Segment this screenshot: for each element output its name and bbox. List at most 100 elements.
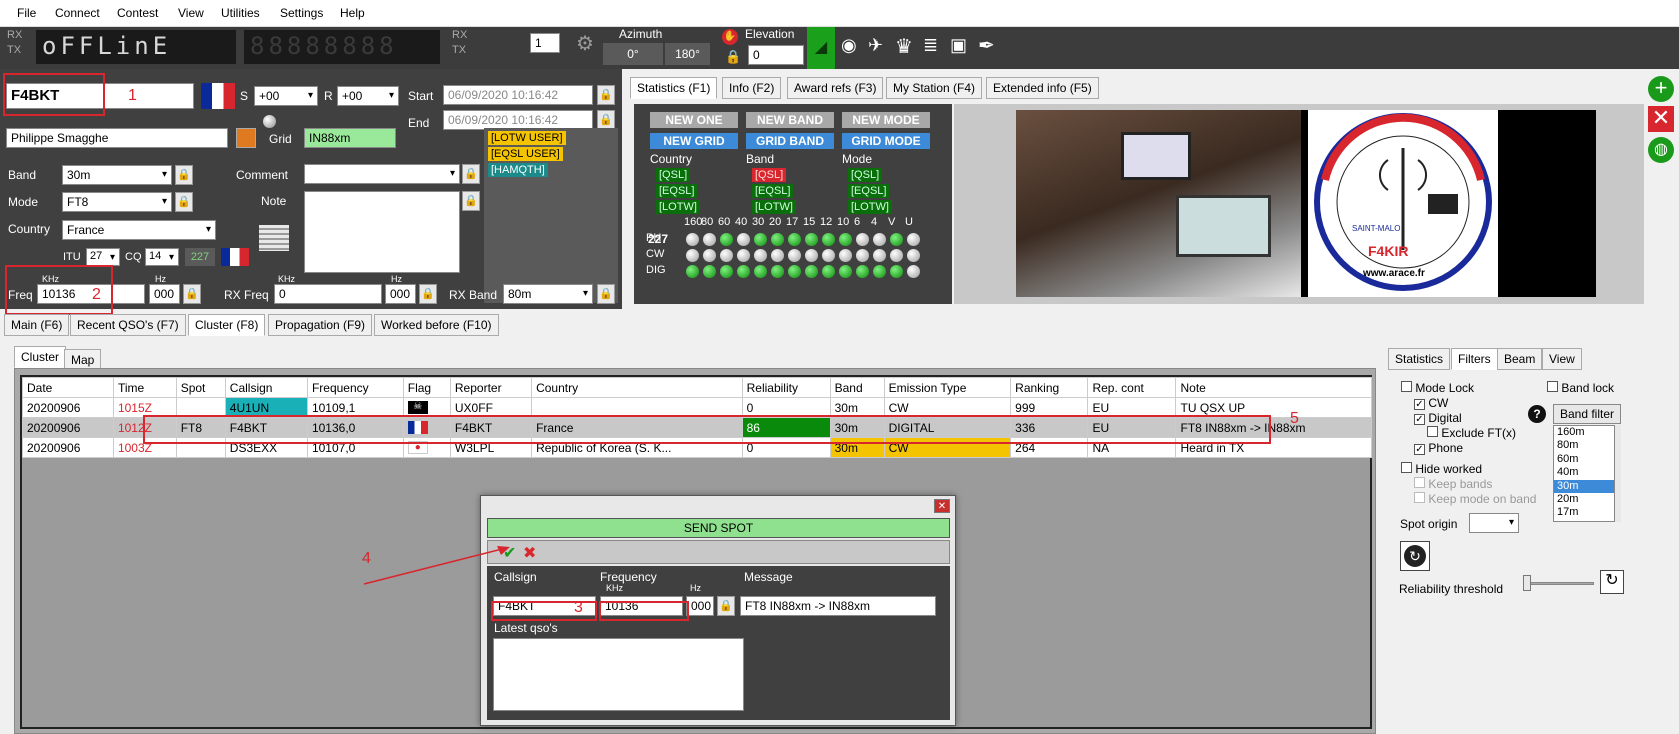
dialog-hz-field[interactable]: 000: [686, 596, 714, 616]
menu-settings[interactable]: Settings: [280, 6, 323, 20]
menu-help[interactable]: Help: [340, 6, 365, 20]
latest-qsos-list[interactable]: [493, 638, 744, 711]
end-lock-icon[interactable]: 🔒: [597, 110, 615, 130]
band-option[interactable]: 17m: [1554, 506, 1614, 519]
keep-bands-row[interactable]: Keep bands: [1414, 477, 1492, 491]
end-time-field[interactable]: 06/09/2020 10:16:42: [443, 110, 593, 130]
column-header[interactable]: Flag: [402, 377, 451, 398]
tab-right-filters[interactable]: Filters: [1451, 348, 1498, 370]
web-icon[interactable]: ◍: [1648, 137, 1674, 163]
band-lock-icon[interactable]: 🔒: [175, 165, 193, 185]
band-list-scrollbar[interactable]: [1615, 425, 1621, 522]
tab-statistics[interactable]: Statistics (F1): [630, 77, 718, 99]
mode-lock-row[interactable]: Mode Lock: [1401, 381, 1474, 395]
band-lock-row[interactable]: Band lock: [1547, 381, 1614, 395]
lock-icon[interactable]: 🔒: [725, 49, 741, 65]
band-option[interactable]: 80m: [1554, 439, 1614, 452]
delete-icon[interactable]: ✕: [1648, 106, 1674, 132]
tab-award-refs[interactable]: Award refs (F3): [787, 77, 884, 99]
tab-cluster[interactable]: Cluster (F8): [188, 314, 266, 336]
elevation-field[interactable]: 0: [748, 45, 804, 65]
lookup-icon[interactable]: [236, 128, 256, 148]
dialog-lock-icon[interactable]: 🔒: [717, 596, 735, 616]
dialog-close-icon[interactable]: ✕: [934, 499, 950, 513]
tab-right-beam[interactable]: Beam: [1497, 348, 1543, 370]
band-combo[interactable]: 30m: [62, 165, 172, 185]
rxband-combo[interactable]: 80m: [503, 284, 593, 304]
tab-right-statistics[interactable]: Statistics: [1388, 348, 1451, 370]
band-option[interactable]: 160m: [1554, 426, 1614, 439]
help-icon[interactable]: ?: [1528, 405, 1546, 423]
menu-file[interactable]: File: [17, 6, 36, 20]
country-combo[interactable]: France: [62, 220, 216, 240]
tab-main[interactable]: Main (F6): [4, 314, 70, 336]
gear-icon[interactable]: ⚙: [576, 34, 594, 54]
column-header[interactable]: Reporter: [449, 377, 533, 398]
tab-recent-qsos[interactable]: Recent QSO's (F7): [70, 314, 186, 336]
reliability-handle[interactable]: [1523, 575, 1531, 591]
band-option[interactable]: 30m: [1554, 479, 1614, 494]
menu-contest[interactable]: Contest: [117, 6, 158, 20]
menu-utilities[interactable]: Utilities: [221, 6, 260, 20]
grid-field[interactable]: IN88xm: [304, 128, 396, 148]
name-field[interactable]: Philippe Smagghe: [6, 128, 228, 148]
comment-lock-icon[interactable]: 🔒: [462, 164, 480, 184]
add-icon[interactable]: +: [1648, 76, 1674, 102]
signal-icon[interactable]: ◢: [807, 27, 835, 69]
phone-row[interactable]: ✓ Phone: [1414, 441, 1463, 455]
tab-info[interactable]: Info (F2): [722, 77, 782, 99]
column-header[interactable]: Frequency: [306, 377, 404, 398]
keep-mode-row[interactable]: Keep mode on band: [1414, 492, 1536, 506]
column-header[interactable]: Emission Type: [883, 377, 1012, 398]
tab-extended-info[interactable]: Extended info (F5): [986, 77, 1099, 99]
column-header[interactable]: Country: [531, 377, 743, 398]
column-header[interactable]: Spot: [175, 377, 226, 398]
rxfreq-lock-icon[interactable]: 🔒: [419, 284, 437, 304]
note-lock-icon[interactable]: 🔒: [462, 191, 480, 211]
column-header[interactable]: Time: [112, 377, 177, 398]
globe-icon[interactable]: ◉: [841, 35, 857, 56]
subtab-cluster[interactable]: Cluster: [14, 346, 67, 368]
note-textarea[interactable]: [304, 191, 460, 273]
rxband-lock-icon[interactable]: 🔒: [597, 284, 615, 304]
satellite-icon[interactable]: ✈: [868, 35, 883, 56]
reliability-slider[interactable]: [1523, 575, 1594, 591]
dialog-message-field[interactable]: FT8 IN88xm -> IN88xm: [740, 596, 936, 616]
start-lock-icon[interactable]: 🔒: [597, 85, 615, 105]
contest-icon[interactable]: ♛: [895, 34, 913, 59]
spot-origin-combo[interactable]: [1469, 513, 1519, 533]
freq-hz-field[interactable]: 000: [149, 284, 180, 304]
column-header[interactable]: Date: [22, 377, 114, 398]
cq-combo[interactable]: 14: [145, 248, 179, 266]
freq-lock-icon[interactable]: 🔒: [183, 284, 201, 304]
menu-connect[interactable]: Connect: [55, 6, 100, 20]
band-option[interactable]: 40m: [1554, 466, 1614, 479]
exclude-ft-row[interactable]: Exclude FT(x): [1427, 426, 1516, 440]
azimuth-0[interactable]: 0°: [603, 43, 663, 65]
band-option[interactable]: 20m: [1554, 493, 1614, 506]
band-option[interactable]: 60m: [1554, 453, 1614, 466]
hide-worked-row[interactable]: Hide worked: [1401, 462, 1482, 476]
tab-propagation[interactable]: Propagation (F9): [268, 314, 373, 336]
radio-icon[interactable]: ▣: [950, 35, 967, 56]
azimuth-180[interactable]: 180°: [665, 43, 710, 65]
s-report-combo[interactable]: +00: [254, 86, 318, 106]
itu-combo[interactable]: 27: [86, 248, 120, 266]
tab-worked-before[interactable]: Worked before (F10): [374, 314, 499, 336]
tab-my-station[interactable]: My Station (F4): [886, 77, 983, 99]
column-header[interactable]: Reliability: [741, 377, 831, 398]
digital-row[interactable]: ✓ Digital: [1414, 411, 1462, 425]
band-option[interactable]: 15m: [1554, 520, 1614, 521]
column-header[interactable]: Rep. cont: [1087, 377, 1177, 398]
comment-combo[interactable]: [304, 164, 460, 184]
stop-icon[interactable]: ✋: [722, 29, 738, 45]
refresh-button[interactable]: ↻: [1400, 541, 1430, 571]
rack-icon[interactable]: ≣: [923, 35, 938, 56]
cw-row[interactable]: ✓ CW: [1414, 396, 1448, 410]
band-filter-button[interactable]: Band filter: [1553, 404, 1621, 424]
printer-icon[interactable]: [259, 225, 289, 251]
column-header[interactable]: Ranking: [1010, 377, 1089, 398]
column-header[interactable]: Callsign: [224, 377, 308, 398]
rxfreq-field[interactable]: 0: [274, 284, 382, 304]
band-list[interactable]: 160m80m60m40m30m20m17m15m: [1553, 425, 1615, 522]
